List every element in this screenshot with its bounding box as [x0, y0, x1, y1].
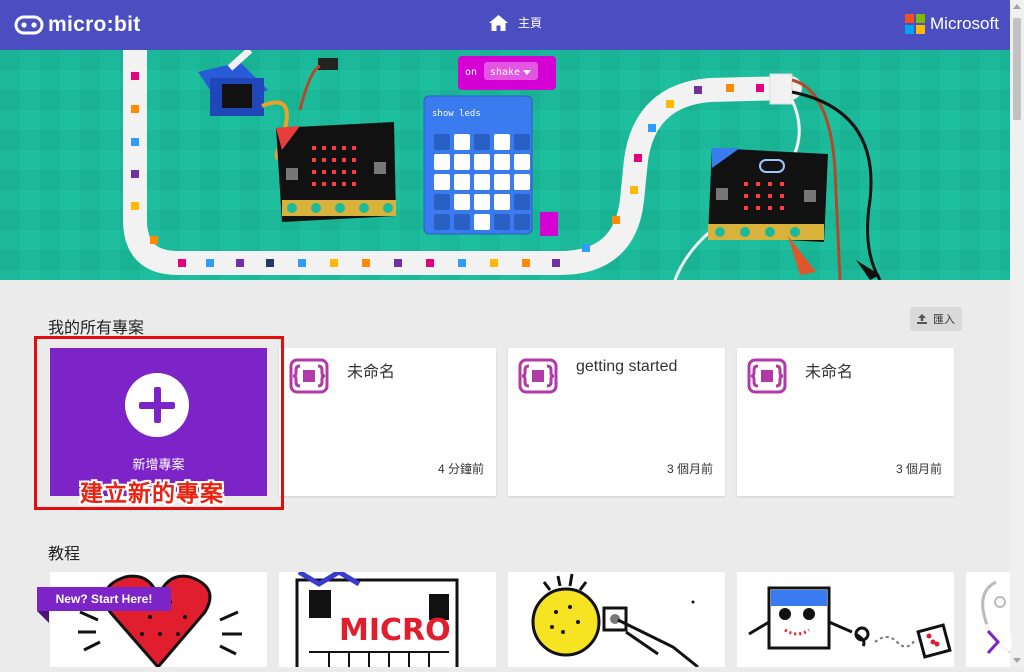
home-label: 主頁 — [518, 16, 543, 30]
microbit-logo-icon — [14, 15, 44, 35]
project-time: 3 個月前 — [895, 462, 942, 476]
micro-drawn-text: MICRO — [339, 613, 451, 648]
plus-icon — [125, 373, 189, 437]
ribbon-fold — [37, 611, 49, 623]
tutorial-card[interactable]: MICRO — [279, 572, 496, 667]
led-grid — [434, 134, 530, 230]
microbit-logo[interactable]: micro:bit — [14, 12, 141, 38]
dice-robot-drawing-icon — [748, 586, 952, 659]
home-link[interactable]: 主頁 — [489, 14, 542, 31]
button-press-drawing-icon — [531, 573, 699, 667]
scroll-down-icon[interactable] — [1013, 658, 1021, 663]
block-on-text: on — [465, 67, 477, 78]
top-bar: micro:bit 主頁 Microsoft — [0, 0, 1010, 50]
hero-illustration: on shake show leds — [0, 50, 1010, 280]
project-time: 4 分鐘前 — [437, 462, 484, 476]
microsoft-logo[interactable]: Microsoft — [905, 14, 999, 34]
tutorial-card[interactable] — [737, 572, 954, 667]
project-card[interactable]: 未命名 4 分鐘前 — [279, 348, 496, 496]
project-title: getting started — [576, 358, 678, 375]
scroll-thumb[interactable] — [1013, 18, 1021, 120]
brand-name: micro:bit — [48, 13, 141, 36]
microsoft-label: Microsoft — [930, 14, 999, 33]
project-title: 未命名 — [347, 364, 396, 381]
tutorials-section-title: 教程 — [48, 546, 81, 563]
new-start-here-ribbon: New? Start Here! — [37, 587, 171, 611]
import-label: 匯入 — [933, 314, 955, 326]
tutorial-card[interactable] — [508, 572, 725, 667]
page-scrollbar[interactable] — [1010, 0, 1024, 667]
project-card[interactable]: 未命名 3 個月前 — [737, 348, 954, 496]
project-card[interactable]: getting started 3 個月前 — [508, 348, 725, 496]
import-button[interactable]: 匯入 — [910, 307, 962, 331]
hero-banner: on shake show leds — [0, 50, 1010, 280]
block-show-leds-text: show leds — [432, 109, 481, 119]
block-shake-text: shake — [490, 67, 520, 78]
upload-icon — [917, 314, 927, 324]
microsoft-grid-icon — [905, 14, 925, 34]
micro-robot-drawing-icon: MICRO — [295, 572, 459, 667]
annotation-label: 建立新的專案 — [80, 480, 224, 506]
scroll-up-icon[interactable] — [1013, 4, 1021, 9]
microbit-board-drawing — [276, 122, 396, 222]
project-code-icon — [518, 358, 558, 394]
new-project-label: 新增專案 — [132, 457, 185, 472]
project-time: 3 個月前 — [666, 462, 713, 476]
project-code-icon — [747, 358, 787, 394]
project-title: 未命名 — [805, 364, 854, 381]
projects-section-title: 我的所有專案 — [48, 320, 145, 337]
project-code-icon — [289, 358, 329, 394]
carousel-next-arrow[interactable] — [974, 617, 1012, 667]
chevron-right-icon — [974, 623, 1012, 661]
home-icon — [489, 14, 508, 31]
